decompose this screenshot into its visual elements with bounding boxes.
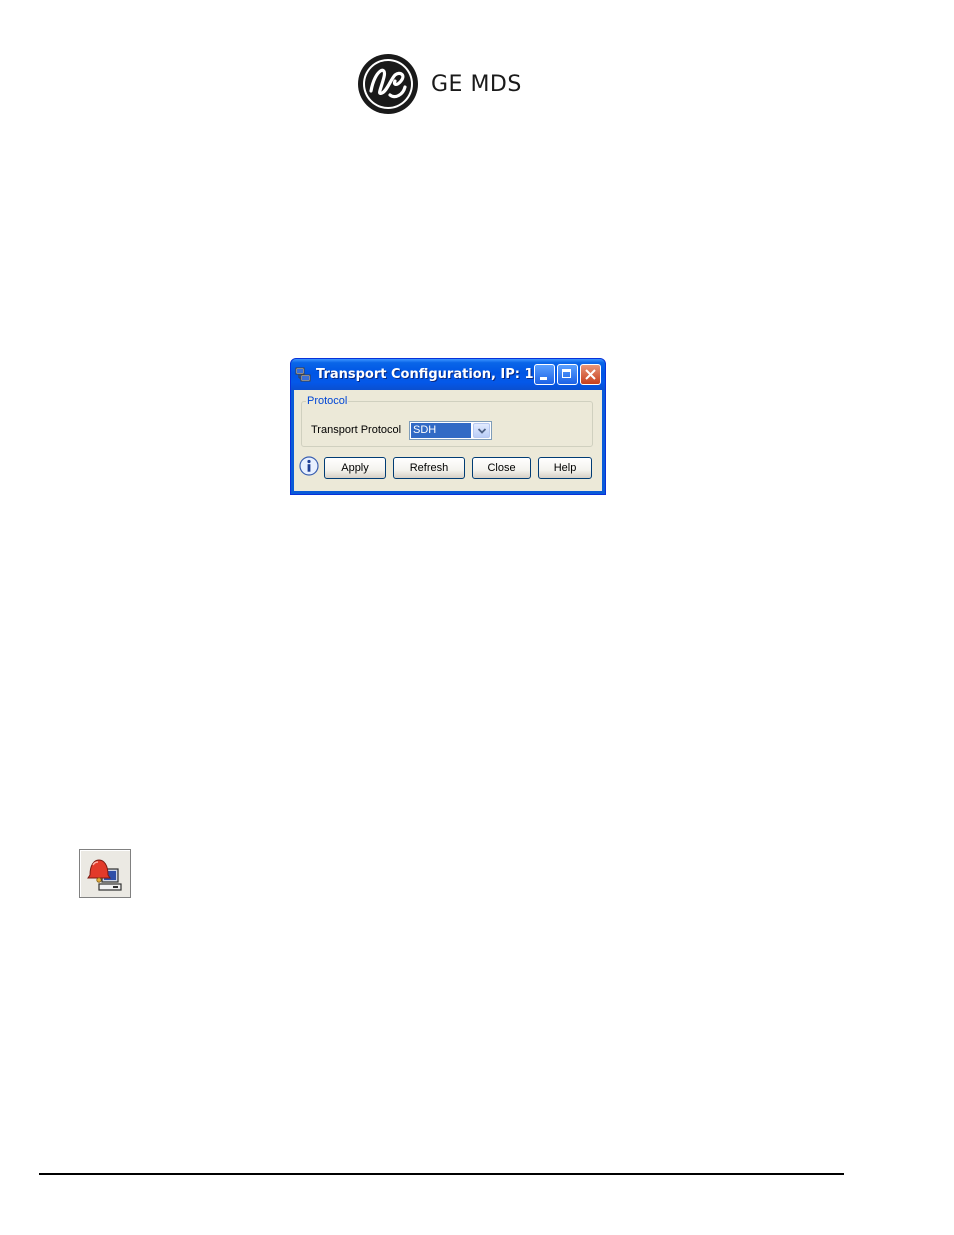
window-title: Transport Configuration, IP: 1... [316,367,534,382]
dropdown-button[interactable] [473,423,490,438]
maximize-button[interactable] [557,364,578,385]
window-titlebar[interactable]: Transport Configuration, IP: 1... [291,359,605,390]
transport-protocol-value: SDH [411,423,471,438]
transport-configuration-window: Transport Configuration, IP: 1... Protoc… [290,358,606,495]
alarm-bell-computer-icon [87,859,122,891]
info-icon[interactable] [299,456,319,476]
logo-text: GE MDS [431,71,522,97]
window-client-area: Protocol Transport Protocol SDH Apply Re… [294,390,602,491]
help-button[interactable]: Help [538,457,592,479]
protocol-group: Protocol Transport Protocol SDH [301,395,593,447]
transport-protocol-label: Transport Protocol [311,424,402,436]
network-computer-icon [295,367,311,381]
ge-monogram-icon [358,54,418,114]
company-logo: GE MDS [357,53,522,115]
close-icon [585,369,596,380]
chevron-down-icon [478,428,486,434]
protocol-group-label: Protocol [306,395,349,407]
apply-button[interactable]: Apply [324,457,386,479]
close-button[interactable]: Close [472,457,531,479]
alarm-toolbar-button[interactable] [79,849,131,898]
minimize-button[interactable] [534,364,555,385]
refresh-button[interactable]: Refresh [393,457,465,479]
close-window-button[interactable] [580,364,601,385]
transport-protocol-select[interactable]: SDH [409,421,492,440]
footer-divider [39,1173,844,1175]
